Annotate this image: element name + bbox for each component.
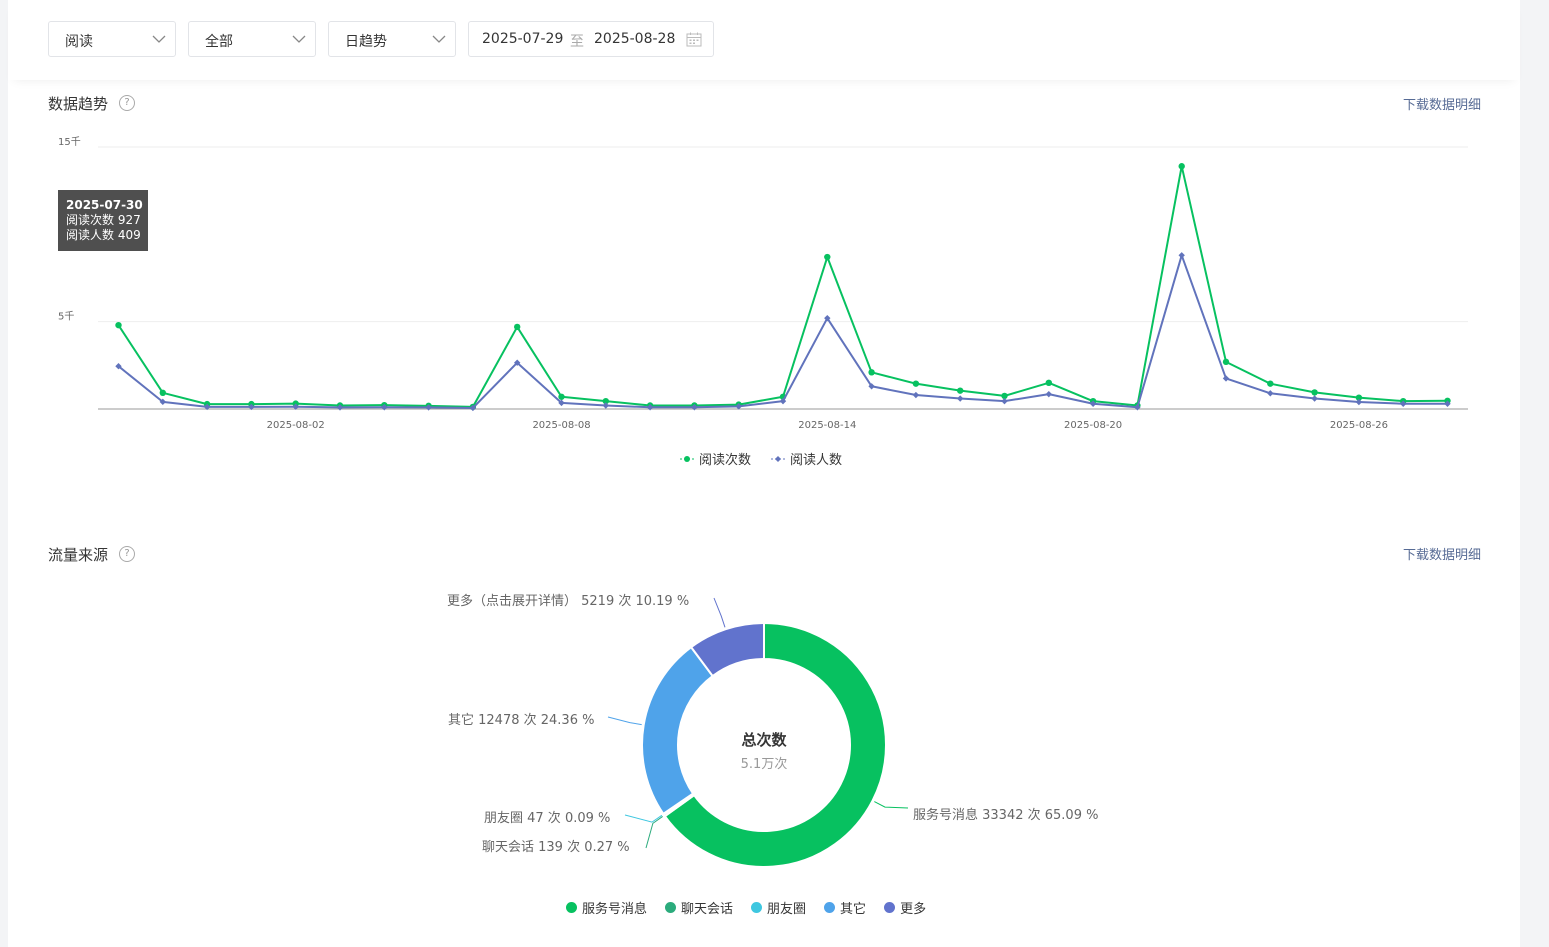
legend-dot-icon <box>751 902 763 913</box>
data-point <box>1178 163 1185 170</box>
legend-label-reads: 阅读次数 <box>699 453 752 468</box>
trend-help-icon[interactable]: ? <box>119 95 135 111</box>
slice-label-moments: 朋友圈 47 次 0.09 % <box>484 811 611 826</box>
scope-select-value: 全部 <box>205 34 233 50</box>
legend-label-chat: 聊天会话 <box>681 902 734 917</box>
legend-item-other[interactable]: 其它 <box>824 898 866 917</box>
scope-select[interactable]: 全部 <box>188 21 316 57</box>
legend-dot-icon <box>884 902 896 913</box>
x-tick-label: 2025-08-14 <box>798 420 856 431</box>
x-tick-label: 2025-08-02 <box>267 420 325 431</box>
series-line-reads <box>117 165 1448 408</box>
chart-tooltip: 2025-07-30 阅读次数 927 阅读人数 409 <box>58 190 148 251</box>
data-point <box>1311 395 1318 402</box>
donut-center-total: 5.1万次 <box>740 757 788 772</box>
legend-label-more: 更多 <box>900 902 927 917</box>
date-separator: 至 <box>570 34 584 50</box>
tooltip-readers: 阅读人数 409 <box>66 228 141 242</box>
main-panel: 阅读 全部 日趋势 2025-07-29 至 2025-08-28 数据趋势 ?… <box>8 0 1520 947</box>
slice-label-service: 服务号消息 33342 次 65.09 % <box>913 808 1099 823</box>
legend-item-service[interactable]: 服务号消息 <box>566 898 647 917</box>
legend-item-moments[interactable]: 朋友圈 <box>751 898 806 917</box>
data-point <box>824 253 831 261</box>
legend-label-other: 其它 <box>840 902 867 917</box>
granularity-select-value: 日趋势 <box>345 34 387 50</box>
tooltip-date: 2025-07-30 <box>66 198 143 212</box>
data-point <box>957 387 964 394</box>
data-point <box>957 395 964 402</box>
slice-label-more: 更多（点击展开详情） 5219 次 10.19 % <box>447 594 690 609</box>
legend-label-readers: 阅读人数 <box>790 453 843 468</box>
data-point <box>1267 380 1274 387</box>
trend-legend: 阅读次数 阅读人数 <box>680 449 842 468</box>
source-download-link[interactable]: 下载数据明细 <box>1403 544 1481 563</box>
x-tick-label: 2025-08-26 <box>1330 420 1388 431</box>
legend-item-readers[interactable]: 阅读人数 <box>771 449 842 468</box>
data-point <box>912 380 920 387</box>
chevron-down-icon <box>292 35 306 43</box>
data-point <box>912 391 920 399</box>
date-start[interactable]: 2025-07-29 <box>482 31 563 47</box>
chevron-down-icon <box>152 35 166 43</box>
slice-other <box>641 645 715 816</box>
legend-item-more[interactable]: 更多 <box>884 898 926 917</box>
leader-line-service <box>874 801 909 809</box>
trend-line-chart[interactable]: 5千 15千 2025-08-02 2025-08-08 2025-08-14 2025-… <box>8 130 1520 440</box>
data-point <box>1311 389 1318 396</box>
data-point <box>1045 390 1052 398</box>
leader-line-other <box>607 716 642 726</box>
legend-line-diamond-icon <box>771 455 786 462</box>
x-tick-label: 2025-08-20 <box>1064 420 1122 431</box>
data-point <box>1001 397 1008 405</box>
donut-center-title: 总次数 <box>741 731 787 749</box>
granularity-select[interactable]: 日趋势 <box>328 21 456 57</box>
legend-dot-icon <box>665 902 677 913</box>
source-title: 流量来源 <box>48 546 109 564</box>
source-legend: 服务号消息 聊天会话 朋友圈 其它 更多 <box>566 898 926 917</box>
data-point <box>1178 252 1185 259</box>
y-tick-label: 5千 <box>58 311 74 323</box>
legend-label-service: 服务号消息 <box>582 902 648 917</box>
data-point <box>558 393 565 400</box>
data-point <box>868 369 875 376</box>
metric-select[interactable]: 阅读 <box>48 21 176 57</box>
legend-item-chat[interactable]: 聊天会话 <box>665 898 733 917</box>
date-range-picker[interactable]: 2025-07-29 至 2025-08-28 <box>468 21 714 57</box>
data-point <box>115 321 122 329</box>
tooltip-reads: 阅读次数 927 <box>66 213 141 227</box>
slice-label-other: 其它 12478 次 24.36 % <box>448 713 595 728</box>
data-point <box>1267 390 1274 397</box>
legend-item-reads[interactable]: 阅读次数 <box>680 449 751 468</box>
legend-label-moments: 朋友圈 <box>767 902 807 917</box>
data-point <box>1222 358 1230 366</box>
series-line-readers <box>117 254 1448 409</box>
y-tick-label: 15千 <box>58 136 81 148</box>
data-point <box>1045 379 1053 386</box>
data-point <box>159 389 166 397</box>
x-tick-label: 2025-08-08 <box>532 420 590 431</box>
calendar-icon[interactable] <box>686 32 702 47</box>
legend-dot-icon <box>566 902 577 913</box>
leader-line-more <box>713 597 726 628</box>
legend-line-circle-icon <box>680 455 694 462</box>
metric-select-value: 阅读 <box>65 34 93 50</box>
date-end[interactable]: 2025-08-28 <box>594 31 675 47</box>
chevron-down-icon <box>432 35 446 43</box>
trend-download-link[interactable]: 下载数据明细 <box>1403 94 1481 113</box>
trend-title: 数据趋势 <box>48 95 109 113</box>
data-point <box>1222 375 1230 382</box>
source-help-icon[interactable]: ? <box>119 546 135 562</box>
filter-bar: 阅读 全部 日趋势 2025-07-29 至 2025-08-28 <box>8 0 1520 80</box>
slice-label-chat: 聊天会话 139 次 0.27 % <box>482 840 630 855</box>
legend-dot-icon <box>824 902 836 913</box>
data-point <box>514 323 521 331</box>
